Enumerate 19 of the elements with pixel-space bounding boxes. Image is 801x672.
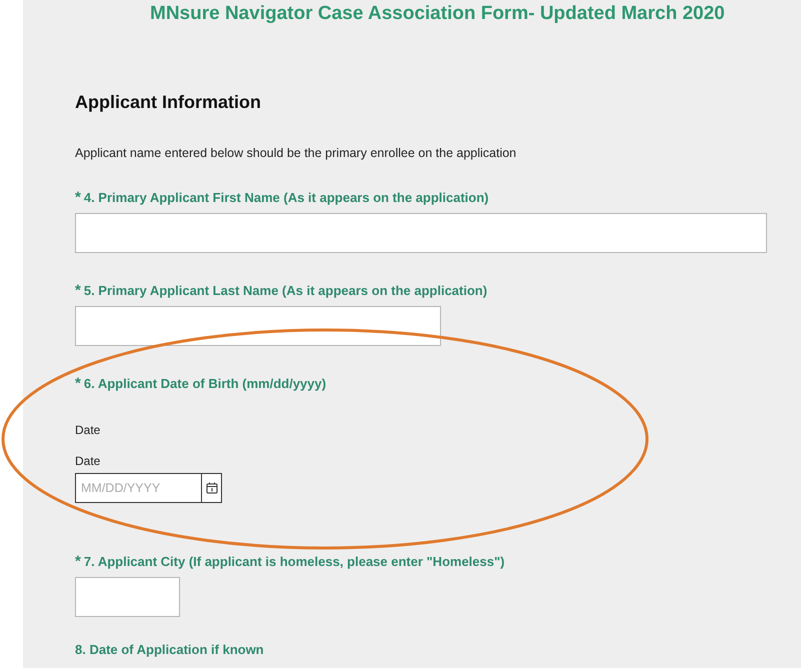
text-field[interactable]: [75, 577, 180, 617]
required-asterisk: *: [75, 282, 81, 299]
calendar-icon: [206, 482, 218, 494]
date-label: Date: [75, 423, 102, 437]
text-field[interactable]: [75, 306, 441, 346]
date-label: Date: [75, 454, 102, 468]
form-title: MNsure Navigator Case Association Form- Updated March 2020: [150, 2, 726, 25]
section-heading: Applicant Information: [75, 92, 262, 113]
required-asterisk: *: [75, 189, 81, 206]
question-label: 8. Date of Application if known: [75, 642, 264, 657]
required-asterisk: *: [75, 375, 81, 392]
question-label: 6. Applicant Date of Birth (mm/dd/yyyy): [84, 376, 326, 391]
required-asterisk: *: [75, 553, 81, 570]
date-field[interactable]: MM/DD/YYYY: [75, 473, 222, 503]
question-label: 7. Applicant City (If applicant is homeless, please enter "Homeless"): [84, 554, 505, 569]
question-label: 4. Primary Applicant First Name (As it appears on the application): [84, 190, 489, 205]
question-label: 5. Primary Applicant Last Name (As it appears on the application): [84, 283, 488, 298]
intro-text: Applicant name entered below should be the primary enrollee on the application: [75, 146, 518, 160]
text-field[interactable]: [75, 213, 767, 253]
